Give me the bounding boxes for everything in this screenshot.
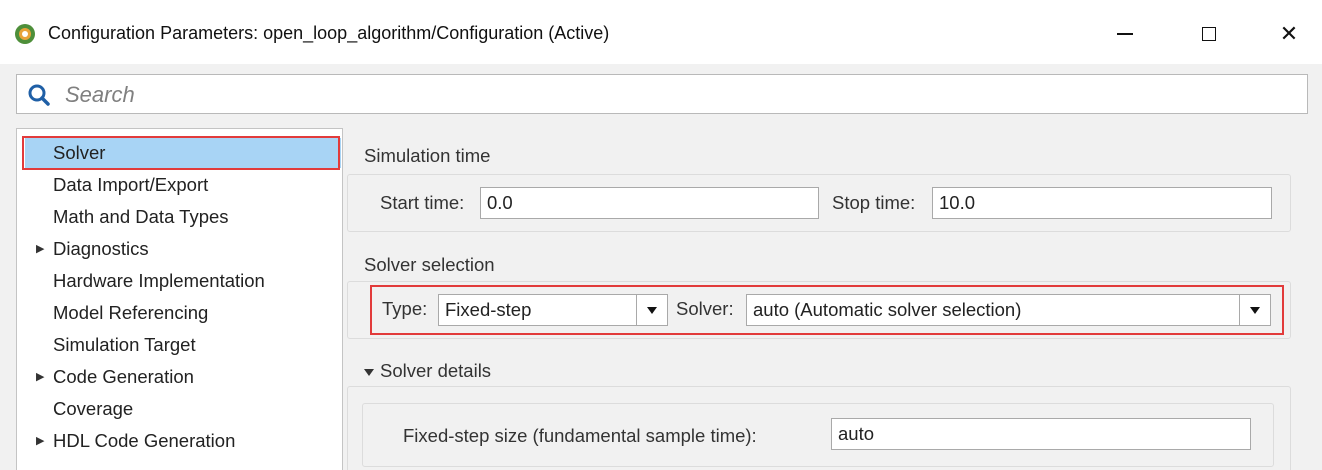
maximize-icon: [1202, 27, 1216, 41]
tree-item-label: HDL Code Generation: [53, 430, 236, 451]
tree-item-model-referencing[interactable]: Model Referencing: [17, 298, 342, 328]
chevron-down-icon: [647, 306, 657, 314]
tree-item-label: Math and Data Types: [53, 206, 229, 227]
start-time-input[interactable]: 0.0: [480, 187, 819, 219]
fixed-step-size-label: Fixed-step size (fundamental sample time…: [403, 425, 757, 446]
solver-dropdown-value: auto (Automatic solver selection): [753, 299, 1022, 320]
search-icon: [28, 84, 50, 106]
category-tree: Solver Data Import/Export Math and Data …: [16, 128, 343, 470]
tree-item-label: Hardware Implementation: [53, 270, 265, 291]
tree-item-label: Data Import/Export: [53, 174, 209, 195]
tree-item-solver[interactable]: Solver: [25, 138, 341, 168]
window-title: Configuration Parameters: open_loop_algo…: [48, 23, 610, 43]
tree-item-label: Solver: [53, 142, 106, 163]
type-dropdown[interactable]: Fixed-step: [438, 294, 668, 326]
solver-details-title: Solver details: [380, 360, 492, 381]
type-dropdown-button[interactable]: [636, 295, 667, 325]
stop-time-input[interactable]: 10.0: [932, 187, 1272, 219]
tree-item-coverage[interactable]: Coverage: [17, 394, 342, 424]
fixed-step-size-input[interactable]: auto: [831, 418, 1251, 450]
tree-item-label: Coverage: [53, 398, 134, 419]
close-button[interactable]: ✕: [1266, 14, 1312, 54]
start-time-label: Start time:: [380, 192, 465, 213]
tree-item-label: Simulation Target: [53, 334, 196, 355]
solver-dropdown[interactable]: auto (Automatic solver selection): [746, 294, 1271, 326]
collapse-arrow-icon: [364, 368, 374, 376]
solver-dropdown-button[interactable]: [1239, 295, 1270, 325]
solver-details-toggle[interactable]: Solver details: [364, 360, 491, 382]
solver-selection-group: Type: Fixed-step Solver: auto (Automatic…: [347, 281, 1291, 339]
matlab-config-icon: [15, 24, 35, 44]
solver-details-group: Fixed-step size (fundamental sample time…: [347, 386, 1291, 470]
tree-item-data-import-export[interactable]: Data Import/Export: [17, 170, 342, 200]
close-icon: ✕: [1279, 21, 1299, 46]
solver-details-inner-group: Fixed-step size (fundamental sample time…: [362, 403, 1274, 467]
simulation-time-group: Start time: 0.0 Stop time: 10.0: [347, 174, 1291, 232]
expand-arrow-icon[interactable]: ▶: [36, 426, 44, 456]
type-label: Type:: [382, 298, 428, 319]
tree-item-diagnostics[interactable]: ▶ Diagnostics: [17, 234, 342, 264]
tree-item-hardware-implementation[interactable]: Hardware Implementation: [17, 266, 342, 296]
tree-item-hdl-code-generation[interactable]: ▶ HDL Code Generation: [17, 426, 342, 456]
title-bar: Configuration Parameters: open_loop_algo…: [0, 0, 1322, 64]
expand-arrow-icon[interactable]: ▶: [36, 362, 44, 392]
minimize-button[interactable]: [1102, 14, 1148, 54]
tree-item-code-generation[interactable]: ▶ Code Generation: [17, 362, 342, 392]
tree-item-label: Model Referencing: [53, 302, 209, 323]
maximize-button[interactable]: [1186, 14, 1232, 54]
tree-item-label: Code Generation: [53, 366, 194, 387]
chevron-down-icon: [1250, 306, 1260, 314]
search-placeholder: Search: [65, 82, 135, 107]
section-title-solver-selection: Solver selection: [364, 254, 495, 275]
search-input[interactable]: Search: [16, 74, 1308, 114]
type-dropdown-value: Fixed-step: [445, 299, 532, 320]
stop-time-label: Stop time:: [832, 192, 916, 213]
section-title-simulation-time: Simulation time: [364, 145, 491, 166]
solver-settings-panel: Simulation time Start time: 0.0 Stop tim…: [346, 128, 1322, 470]
solver-label: Solver:: [676, 298, 734, 319]
tree-item-label: Diagnostics: [53, 238, 149, 259]
minimize-icon: [1117, 33, 1133, 35]
tree-item-math-and-data-types[interactable]: Math and Data Types: [17, 202, 342, 232]
dialog-content: Search Solver Data Import/Export Math an…: [0, 64, 1322, 470]
expand-arrow-icon[interactable]: ▶: [36, 234, 44, 264]
tree-item-simulation-target[interactable]: Simulation Target: [17, 330, 342, 360]
